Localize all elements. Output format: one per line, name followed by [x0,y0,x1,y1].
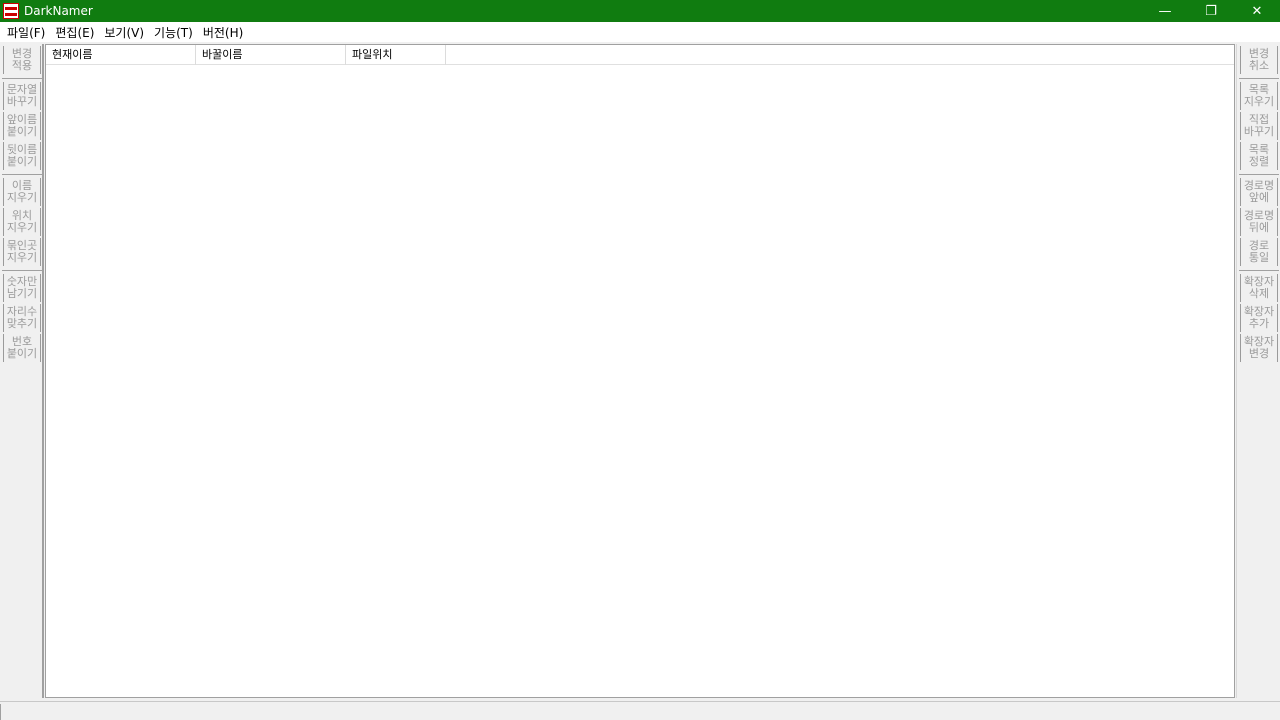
minimize-button[interactable]: — [1142,0,1188,22]
path-prefix-button[interactable]: 경로명 앞에 [1240,178,1278,206]
append-name-button[interactable]: 뒷이름 붙이기 [3,142,41,170]
close-icon: ✕ [1251,3,1263,19]
button-label-line2: 붙이기 [6,347,38,360]
erase-name-button[interactable]: 이름 지우기 [3,178,41,206]
column-current-name[interactable]: 현재이름 [46,45,196,65]
menu-tools[interactable]: 기능(T) [149,24,198,41]
button-label-line2: 지우기 [1243,95,1275,108]
toolbar-divider [2,270,42,271]
button-label-line2: 붙이기 [6,155,38,168]
close-button[interactable]: ✕ [1234,0,1280,22]
erase-position-button[interactable]: 위치 지우기 [3,208,41,236]
button-label-line2: 붙이기 [6,125,38,138]
button-label-line2: 적용 [11,59,33,72]
add-number-button[interactable]: 번호 붙이기 [3,334,41,362]
menu-file[interactable]: 파일(F) [2,24,50,41]
change-extension-button[interactable]: 확장자 변경 [1240,334,1278,362]
column-new-name[interactable]: 바꿀이름 [196,45,346,65]
toolbar-divider [2,174,42,175]
apply-changes-button[interactable]: 변경 적용 [3,46,41,74]
file-list[interactable]: 현재이름 바꿀이름 파일위치 [45,44,1235,698]
path-suffix-button[interactable]: 경로명 뒤에 [1240,208,1278,236]
button-label-line2: 변경 [1248,347,1270,360]
menu-bar: 파일(F) 편집(E) 보기(V) 기능(T) 버전(H) [0,22,1280,42]
clear-list-button[interactable]: 목록 지우기 [1240,82,1278,110]
toolbar-divider [1239,78,1279,79]
replace-string-button[interactable]: 문자열 바꾸기 [3,82,41,110]
right-toolbar: 변경 취소 목록 지우기 직접 바꾸기 목록 정렬 경로명 앞에 경로명 뒤에 … [1236,44,1280,698]
delete-extension-button[interactable]: 확장자 삭제 [1240,274,1278,302]
button-label-line2: 지우기 [6,251,38,264]
button-label-line2: 정렬 [1248,155,1270,168]
left-toolbar: 변경 적용 문자열 바꾸기 앞이름 붙이기 뒷이름 붙이기 이름 지우기 위치 … [0,44,44,698]
button-label-line2: 지우기 [6,221,38,234]
restore-button[interactable]: ❐ [1188,0,1234,22]
menu-view[interactable]: 보기(V) [99,24,149,41]
direct-rename-button[interactable]: 직접 바꾸기 [1240,112,1278,140]
status-bar [0,701,1280,720]
sort-list-button[interactable]: 목록 정렬 [1240,142,1278,170]
menu-version[interactable]: 버전(H) [198,24,248,41]
button-label-line2: 남기기 [6,287,38,300]
button-label-line2: 뒤에 [1248,221,1270,234]
minimize-icon: — [1158,3,1172,19]
button-label-line2: 바꾸기 [1243,125,1275,138]
button-label-line2: 삭제 [1248,287,1270,300]
prepend-name-button[interactable]: 앞이름 붙이기 [3,112,41,140]
pad-digits-button[interactable]: 자리수 맞추기 [3,304,41,332]
list-header: 현재이름 바꿀이름 파일위치 [46,45,1234,65]
button-label-line2: 바꾸기 [6,95,38,108]
status-panel [0,704,1280,720]
column-empty [446,45,1234,65]
restore-icon: ❐ [1205,3,1217,19]
menu-edit[interactable]: 편집(E) [50,24,99,41]
button-label-line2: 맞추기 [6,317,38,330]
window-controls: — ❐ ✕ [1142,0,1280,22]
erase-enclosed-button[interactable]: 묶인곳 지우기 [3,238,41,266]
button-label-line2: 지우기 [6,191,38,204]
toolbar-divider [1239,270,1279,271]
button-label-line2: 추가 [1248,317,1270,330]
button-label-line2: 취소 [1248,59,1270,72]
keep-numbers-button[interactable]: 숫자만 남기기 [3,274,41,302]
window-title: DarkNamer [24,4,93,18]
app-icon[interactable] [3,3,19,19]
toolbar-divider [1239,174,1279,175]
title-bar: DarkNamer — ❐ ✕ [0,0,1280,22]
cancel-changes-button[interactable]: 변경 취소 [1240,46,1278,74]
column-file-location[interactable]: 파일위치 [346,45,446,65]
button-label-line2: 앞에 [1248,191,1270,204]
unify-path-button[interactable]: 경로 통일 [1240,238,1278,266]
button-label-line2: 통일 [1248,251,1270,264]
toolbar-divider [2,78,42,79]
add-extension-button[interactable]: 확장자 추가 [1240,304,1278,332]
